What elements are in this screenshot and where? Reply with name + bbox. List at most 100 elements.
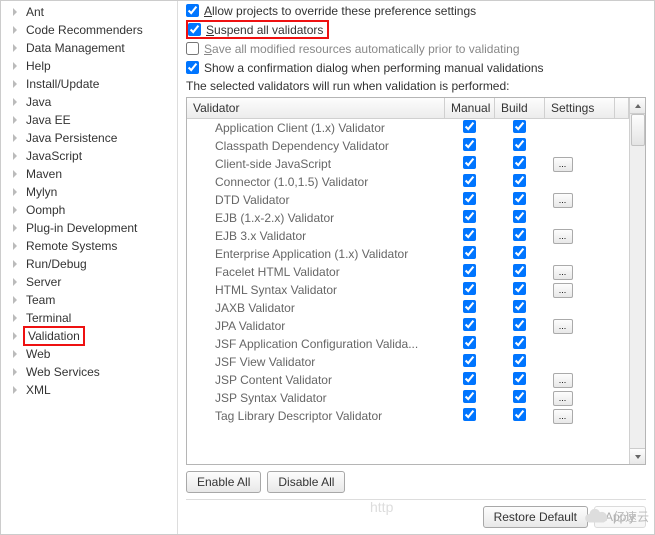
build-checkbox[interactable] bbox=[513, 318, 526, 331]
settings-button[interactable]: ... bbox=[553, 373, 573, 388]
build-checkbox[interactable] bbox=[513, 192, 526, 205]
tree-item-terminal[interactable]: Terminal bbox=[7, 309, 177, 327]
manual-cell[interactable] bbox=[445, 209, 495, 227]
table-row[interactable]: Tag Library Descriptor Validator... bbox=[187, 407, 629, 425]
build-checkbox[interactable] bbox=[513, 390, 526, 403]
build-cell[interactable] bbox=[495, 191, 545, 209]
build-checkbox[interactable] bbox=[513, 210, 526, 223]
manual-checkbox[interactable] bbox=[463, 192, 476, 205]
table-row[interactable]: JSF Application Configuration Valida... bbox=[187, 335, 629, 353]
manual-cell[interactable] bbox=[445, 227, 495, 245]
manual-checkbox[interactable] bbox=[463, 354, 476, 367]
save-modified-row[interactable]: Save all modified resources automaticall… bbox=[186, 39, 646, 58]
build-checkbox[interactable] bbox=[513, 138, 526, 151]
settings-cell[interactable] bbox=[545, 173, 615, 191]
tree-item-run-debug[interactable]: Run/Debug bbox=[7, 255, 177, 273]
preferences-tree[interactable]: AntCode RecommendersData ManagementHelpI… bbox=[1, 1, 178, 534]
manual-cell[interactable] bbox=[445, 263, 495, 281]
tree-item-data-management[interactable]: Data Management bbox=[7, 39, 177, 57]
settings-cell[interactable]: ... bbox=[545, 389, 615, 407]
build-checkbox[interactable] bbox=[513, 156, 526, 169]
table-row[interactable]: JPA Validator... bbox=[187, 317, 629, 335]
build-checkbox[interactable] bbox=[513, 120, 526, 133]
tree-item-oomph[interactable]: Oomph bbox=[7, 201, 177, 219]
build-cell[interactable] bbox=[495, 407, 545, 425]
settings-button[interactable]: ... bbox=[553, 409, 573, 424]
build-cell[interactable] bbox=[495, 335, 545, 353]
build-cell[interactable] bbox=[495, 137, 545, 155]
build-cell[interactable] bbox=[495, 317, 545, 335]
manual-checkbox[interactable] bbox=[463, 156, 476, 169]
tree-item-java[interactable]: Java bbox=[7, 93, 177, 111]
settings-button[interactable]: ... bbox=[553, 193, 573, 208]
settings-cell[interactable]: ... bbox=[545, 155, 615, 173]
manual-cell[interactable] bbox=[445, 155, 495, 173]
settings-button[interactable]: ... bbox=[553, 157, 573, 172]
table-row[interactable]: DTD Validator... bbox=[187, 191, 629, 209]
manual-checkbox[interactable] bbox=[463, 120, 476, 133]
manual-checkbox[interactable] bbox=[463, 372, 476, 385]
table-row[interactable]: JAXB Validator bbox=[187, 299, 629, 317]
show-confirmation-row[interactable]: Show a confirmation dialog when performi… bbox=[186, 58, 646, 77]
col-validator[interactable]: Validator bbox=[187, 98, 445, 119]
manual-cell[interactable] bbox=[445, 407, 495, 425]
manual-cell[interactable] bbox=[445, 371, 495, 389]
manual-cell[interactable] bbox=[445, 245, 495, 263]
table-row[interactable]: Client-side JavaScript... bbox=[187, 155, 629, 173]
save-modified-checkbox[interactable] bbox=[186, 42, 199, 55]
manual-cell[interactable] bbox=[445, 335, 495, 353]
manual-checkbox[interactable] bbox=[463, 318, 476, 331]
manual-cell[interactable] bbox=[445, 389, 495, 407]
settings-cell[interactable] bbox=[545, 209, 615, 227]
col-build[interactable]: Build bbox=[495, 98, 545, 119]
build-checkbox[interactable] bbox=[513, 300, 526, 313]
table-row[interactable]: EJB (1.x-2.x) Validator bbox=[187, 209, 629, 227]
settings-button[interactable]: ... bbox=[553, 283, 573, 298]
disable-all-button[interactable]: Disable All bbox=[267, 471, 345, 493]
tree-item-java-persistence[interactable]: Java Persistence bbox=[7, 129, 177, 147]
build-cell[interactable] bbox=[495, 263, 545, 281]
show-confirmation-checkbox[interactable] bbox=[186, 61, 199, 74]
settings-cell[interactable]: ... bbox=[545, 371, 615, 389]
manual-cell[interactable] bbox=[445, 317, 495, 335]
tree-item-maven[interactable]: Maven bbox=[7, 165, 177, 183]
settings-cell[interactable] bbox=[545, 299, 615, 317]
table-row[interactable]: JSP Syntax Validator... bbox=[187, 389, 629, 407]
table-row[interactable]: JSP Content Validator... bbox=[187, 371, 629, 389]
suspend-checkbox[interactable] bbox=[188, 23, 201, 36]
manual-checkbox[interactable] bbox=[463, 210, 476, 223]
build-checkbox[interactable] bbox=[513, 282, 526, 295]
enable-all-button[interactable]: Enable All bbox=[186, 471, 261, 493]
table-row[interactable]: Enterprise Application (1.x) Validator bbox=[187, 245, 629, 263]
tree-item-help[interactable]: Help bbox=[7, 57, 177, 75]
manual-checkbox[interactable] bbox=[463, 138, 476, 151]
build-checkbox[interactable] bbox=[513, 174, 526, 187]
table-row[interactable]: Application Client (1.x) Validator bbox=[187, 119, 629, 138]
tree-item-validation[interactable]: Validation bbox=[7, 327, 177, 345]
manual-checkbox[interactable] bbox=[463, 264, 476, 277]
tree-item-web[interactable]: Web bbox=[7, 345, 177, 363]
settings-button[interactable]: ... bbox=[553, 319, 573, 334]
manual-checkbox[interactable] bbox=[463, 300, 476, 313]
settings-cell[interactable]: ... bbox=[545, 281, 615, 299]
manual-checkbox[interactable] bbox=[463, 336, 476, 349]
tree-item-java-ee[interactable]: Java EE bbox=[7, 111, 177, 129]
settings-cell[interactable] bbox=[545, 119, 615, 138]
settings-cell[interactable] bbox=[545, 137, 615, 155]
tree-item-xml[interactable]: XML bbox=[7, 381, 177, 399]
settings-button[interactable]: ... bbox=[553, 391, 573, 406]
settings-cell[interactable] bbox=[545, 245, 615, 263]
manual-checkbox[interactable] bbox=[463, 282, 476, 295]
allow-override-row[interactable]: Allow projects to override these prefere… bbox=[186, 1, 646, 20]
settings-cell[interactable] bbox=[545, 335, 615, 353]
apply-button[interactable]: Apply bbox=[594, 506, 646, 528]
build-cell[interactable] bbox=[495, 119, 545, 138]
table-row[interactable]: EJB 3.x Validator... bbox=[187, 227, 629, 245]
scrollbar-vertical[interactable] bbox=[629, 98, 645, 464]
manual-checkbox[interactable] bbox=[463, 408, 476, 421]
build-cell[interactable] bbox=[495, 155, 545, 173]
manual-checkbox[interactable] bbox=[463, 246, 476, 259]
tree-item-remote-systems[interactable]: Remote Systems bbox=[7, 237, 177, 255]
scroll-thumb[interactable] bbox=[631, 114, 645, 146]
table-row[interactable]: JSF View Validator bbox=[187, 353, 629, 371]
